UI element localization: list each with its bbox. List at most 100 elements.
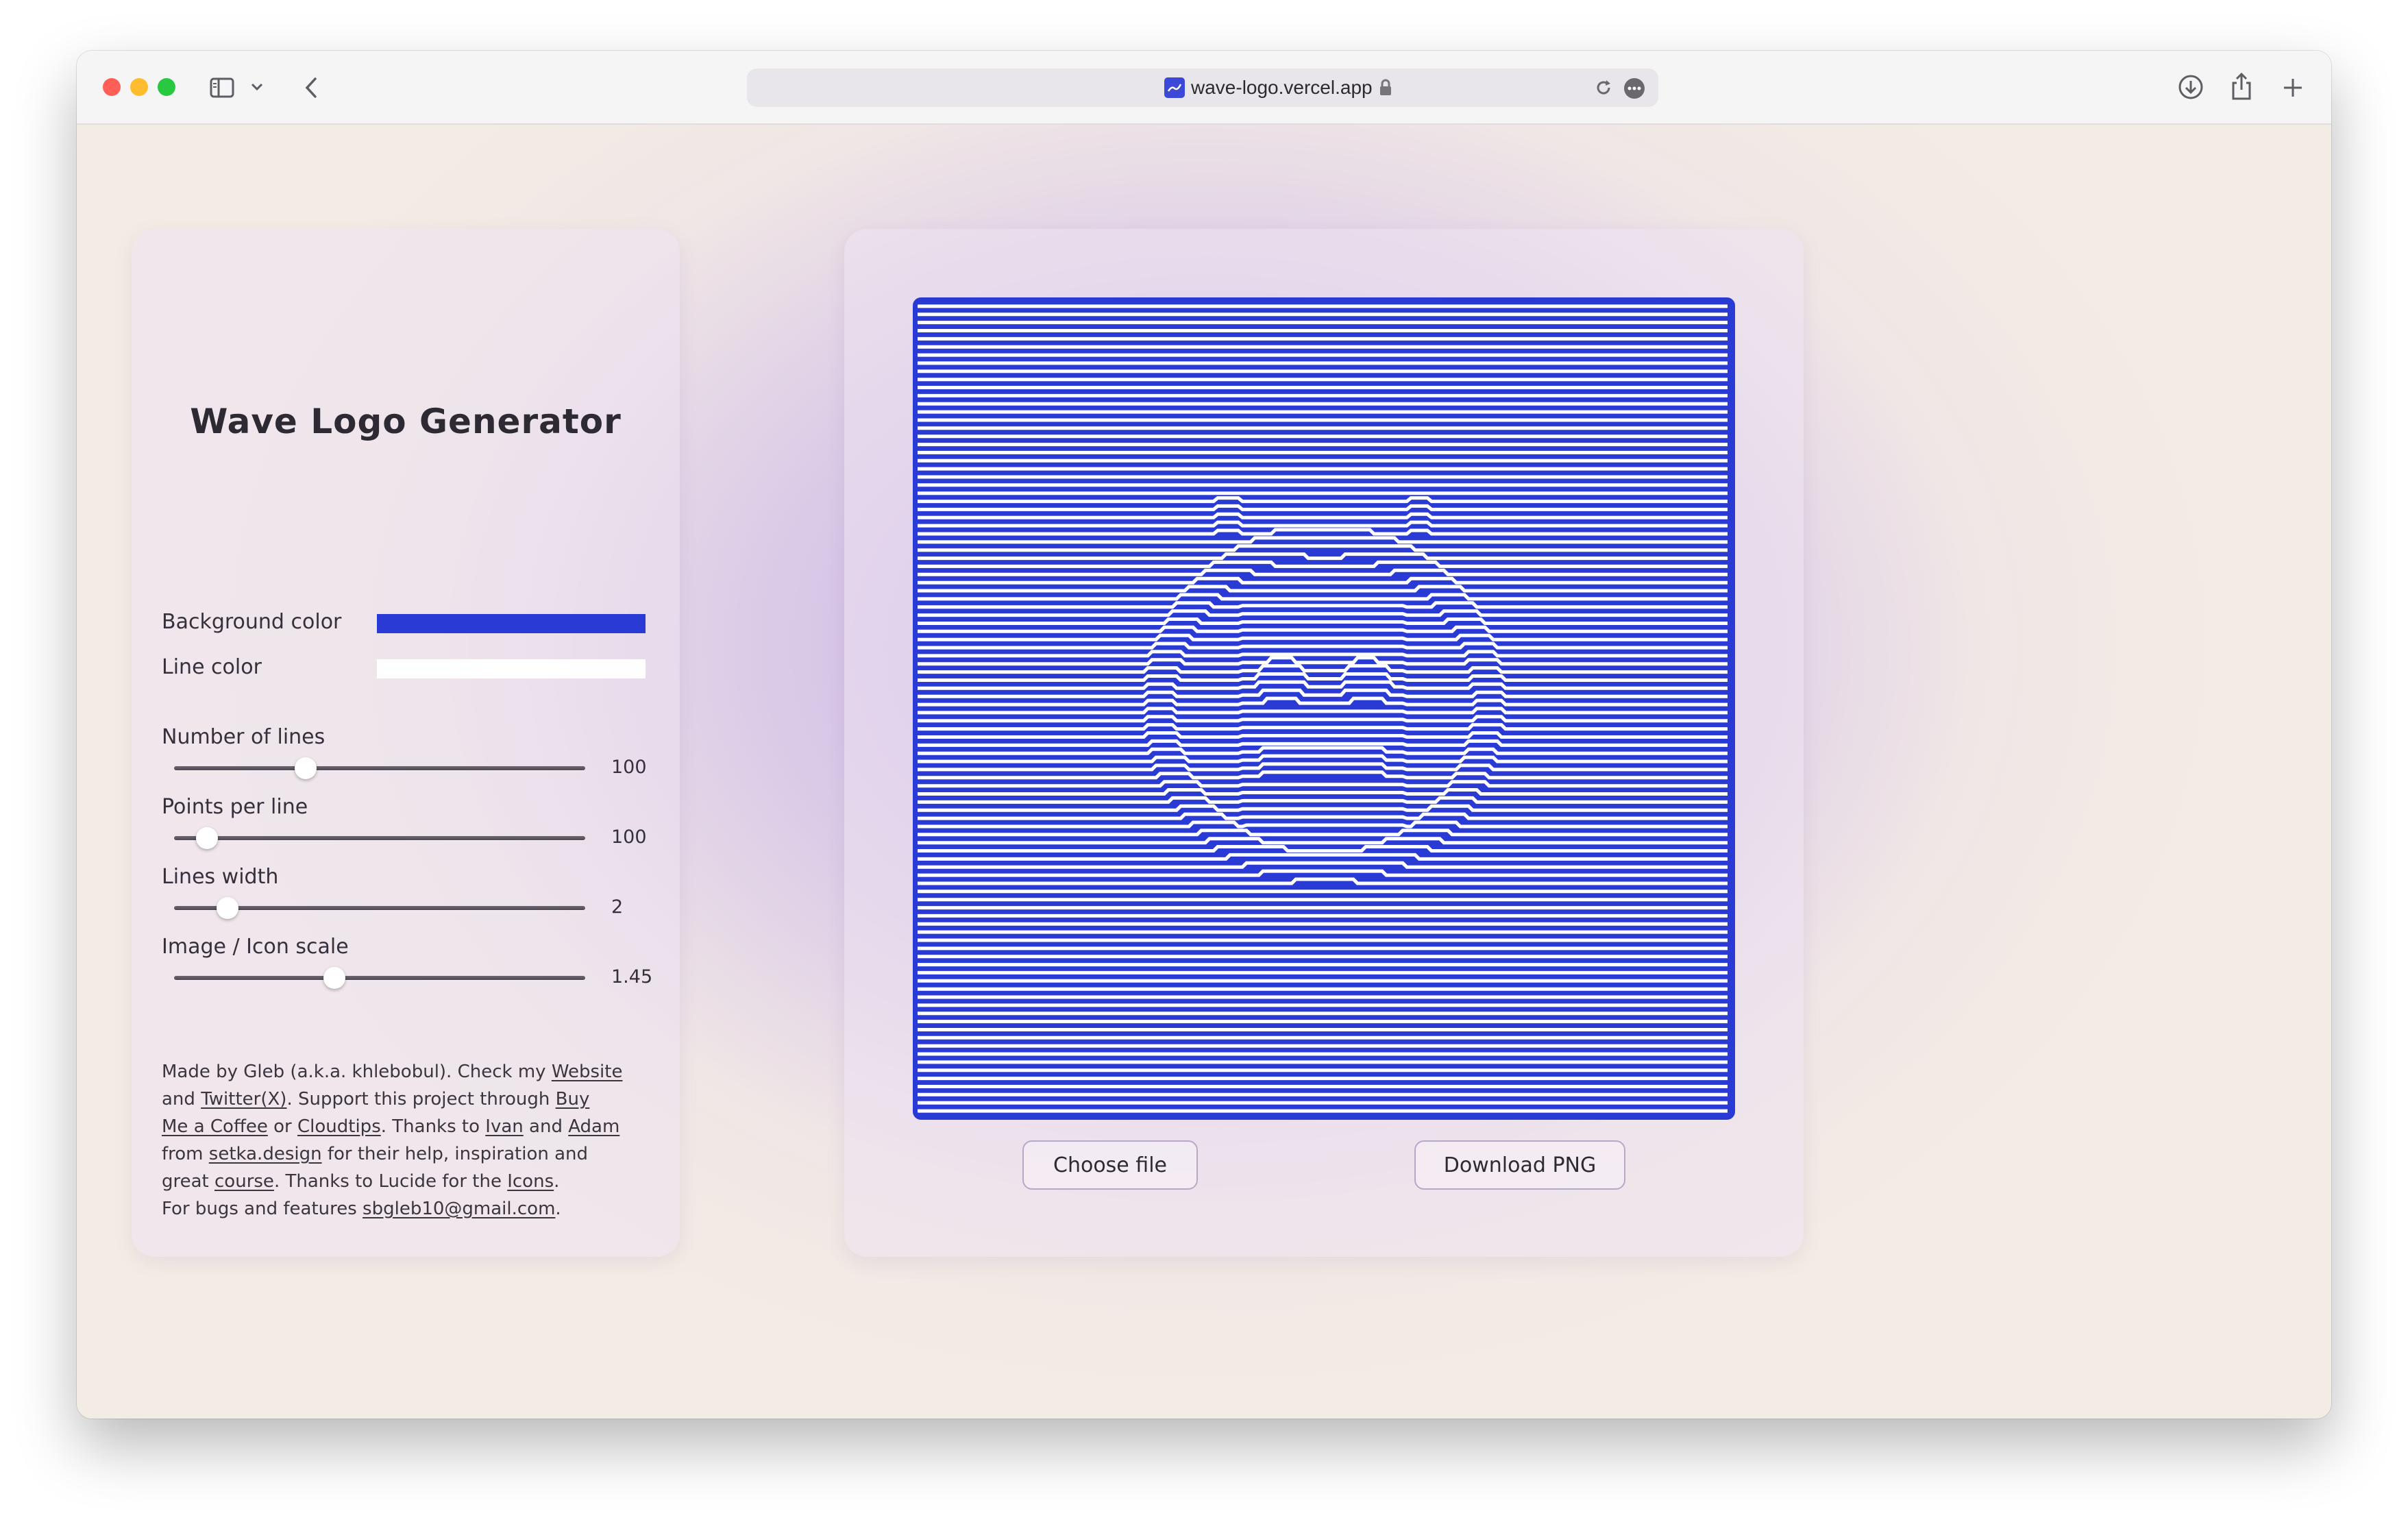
credits-text-8: for their help, inspiration and [321,1144,589,1164]
wave-lines-image [918,304,1728,1113]
credits-text-10: . Thanks to Lucide for the [273,1171,508,1192]
back-icon[interactable] [297,74,325,101]
line-color-label: Line color [162,655,262,679]
wave-line [918,617,1728,625]
wave-line [918,780,1728,788]
credits-text-11: . [554,1171,560,1192]
ivan-link[interactable]: Ivan [485,1116,523,1137]
wave-line [918,560,1728,568]
slider-value: 100 [611,757,647,778]
wave-line [918,520,1728,528]
share-icon[interactable] [2227,71,2256,101]
course-link[interactable]: course [214,1171,274,1192]
lock-icon [1376,78,1395,97]
wave-line [918,723,1728,731]
wave-line [918,650,1728,658]
wave-line [918,536,1728,544]
browser-toolbar: wave-logo.vercel.app [77,51,2331,125]
address-bar[interactable]: wave-logo.vercel.app [747,69,1658,107]
sidebar-icon[interactable] [208,74,236,101]
cloudtips-link[interactable]: Cloudtips [297,1116,381,1137]
wave-line [918,812,1728,820]
wave-line [918,504,1728,511]
new-tab-icon[interactable] [2279,74,2307,101]
preview-panel: Choose file Download PNG [844,229,1804,1257]
wave-line [918,796,1728,804]
credits-text-1: Made by Gleb (a.k.a. khlebobul). Check m… [162,1062,552,1082]
wave-line [918,861,1728,869]
wave-line [918,552,1728,561]
wave-line [918,625,1728,633]
wave-line [918,731,1728,739]
wave-line [918,707,1728,715]
maximize-window-button[interactable] [158,78,175,96]
wave-line [918,512,1728,519]
wave-logo-canvas [913,297,1735,1120]
credits-text-9: great [162,1171,215,1192]
slider-track[interactable] [174,836,585,840]
slider-thumb[interactable] [217,897,238,919]
wave-line [918,609,1728,617]
wave-line [918,585,1728,593]
wave-line [918,633,1728,641]
background-color-label: Background color [162,610,342,634]
credits-text-12: For bugs and features [162,1199,363,1219]
reload-icon[interactable] [1593,77,1614,99]
wave-line [918,715,1728,723]
wave-line [918,568,1728,576]
wave-line [918,820,1728,829]
close-window-button[interactable] [103,78,121,96]
browser-window: wave-logo.vercel.app Wave Logo Generator… [77,51,2331,1419]
controls-panel: Wave Logo Generator Background color Lin… [132,229,680,1257]
credits-text-7: from [162,1144,209,1164]
credits-text-5: . Thanks to [380,1116,486,1137]
wave-line [918,762,1728,772]
slider-track[interactable] [174,976,585,980]
more-icon[interactable] [1623,77,1646,100]
slider-track[interactable] [174,766,585,770]
wave-line [918,496,1728,504]
credits-text-3: . Support this project through [286,1089,556,1110]
wave-line [918,641,1728,650]
credits-text: Made by Gleb (a.k.a. khlebobul). Check m… [162,1058,655,1223]
buy-me-a-coffee-link[interactable]: Buy [556,1089,590,1110]
slider-value: 2 [611,896,624,918]
download-icon[interactable] [2176,73,2205,101]
credits-text-13: . [555,1199,561,1219]
download-png-button[interactable]: Download PNG [1414,1140,1625,1190]
line-color-picker[interactable] [377,659,646,678]
choose-file-button[interactable]: Choose file [1022,1140,1198,1190]
wave-line [918,664,1728,674]
background-color-picker[interactable] [377,614,646,633]
slider-thumb[interactable] [295,757,317,779]
wave-line [918,688,1728,698]
credits-text-6: and [523,1116,569,1137]
wave-line [918,837,1728,845]
page-title: Wave Logo Generator [190,402,622,441]
wave-line [918,746,1728,755]
wave-line [918,853,1728,861]
minimize-window-button[interactable] [130,78,148,96]
slider-label: Lines width [162,865,279,889]
credits-text-4: or [267,1116,297,1137]
setka-design-link[interactable]: setka.design [209,1144,322,1164]
slider-value: 100 [611,826,647,848]
wave-line [918,656,1728,666]
wave-line [918,877,1728,885]
wave-line [918,754,1728,763]
twitter-link[interactable]: Twitter(X) [201,1089,286,1110]
icons-link[interactable]: Icons [507,1171,554,1192]
slider-label: Image / Icon scale [162,935,349,959]
wave-line [918,739,1728,747]
wave-line [918,770,1728,780]
email-link[interactable]: sbgleb10@gmail.com [363,1199,555,1219]
slider-thumb[interactable] [323,967,345,989]
slider-label: Number of lines [162,725,325,749]
chevron-down-icon[interactable] [248,78,266,96]
buy-me-a-coffee-link-cont[interactable]: Me a Coffee [162,1116,268,1137]
slider-thumb[interactable] [196,827,218,849]
website-link[interactable]: Website [552,1062,623,1082]
adam-link[interactable]: Adam [568,1116,619,1137]
wave-line [918,601,1728,609]
url-text: wave-logo.vercel.app [1191,77,1373,98]
